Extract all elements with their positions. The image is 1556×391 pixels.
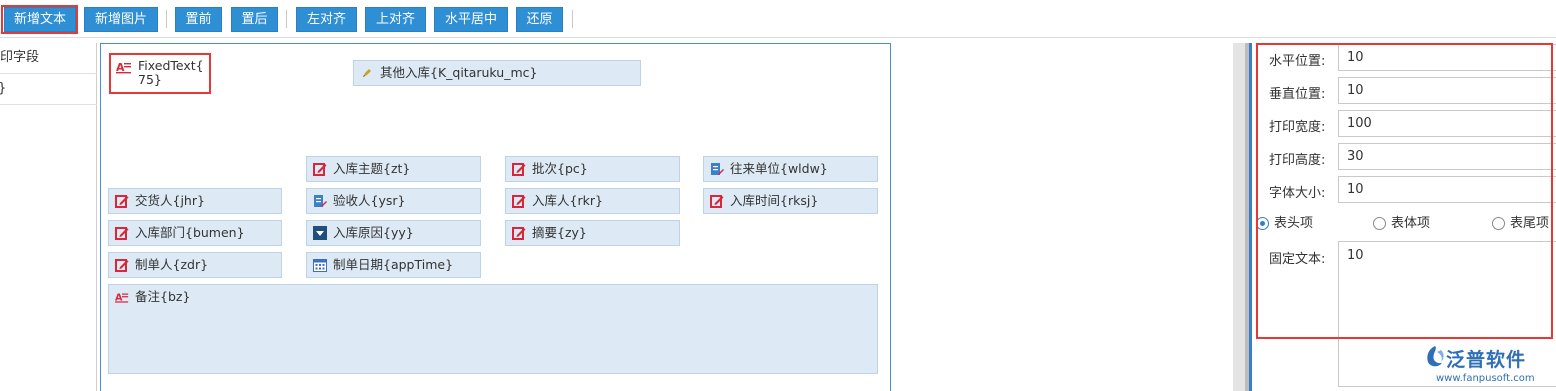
edit-icon (313, 163, 327, 176)
field-label: 批次{pc} (532, 161, 588, 176)
field-label: 制单日期{appTime} (333, 257, 454, 272)
field-label: 备注{bz} (135, 289, 191, 304)
field-qitaruku-mc[interactable]: 其他入库{K_qitaruku_mc} (353, 60, 641, 86)
field-label: 入库原因{yy} (333, 225, 414, 240)
dropdown-icon (313, 226, 327, 240)
toolbar-separator (572, 10, 573, 28)
field-yy[interactable]: 入库原因{yy} (306, 220, 481, 246)
field-list-panel: 打印字段 } (0, 43, 97, 391)
field-list-item[interactable]: } (0, 74, 97, 105)
send-back-button[interactable]: 置后 (231, 7, 278, 32)
text-icon: A (116, 61, 131, 74)
field-label: 入库部门{bumen} (135, 225, 245, 240)
field-label: 入库人{rkr} (532, 193, 603, 208)
field-pc[interactable]: 批次{pc} (505, 156, 680, 182)
edit-icon (512, 195, 526, 208)
field-bumen[interactable]: 入库部门{bumen} (108, 220, 282, 246)
field-apptime[interactable]: 制单日期{appTime} (306, 252, 481, 278)
fixed-text-label: FixedText{ 75} (138, 58, 204, 87)
field-ysr[interactable]: 验收人{ysr} (306, 188, 481, 214)
add-image-button[interactable]: 新增图片 (84, 7, 158, 32)
fixed-text-element[interactable]: A FixedText{ 75} (109, 53, 211, 94)
logo-icon (1427, 346, 1444, 367)
toolbar-separator (286, 10, 287, 28)
field-label: 摘要{zy} (532, 225, 587, 240)
align-top-button[interactable]: 上对齐 (365, 7, 426, 32)
edit-icon (115, 227, 129, 240)
restore-button[interactable]: 还原 (516, 7, 563, 32)
field-label: 交货人{jhr} (135, 193, 205, 208)
text-icon: A (115, 293, 129, 304)
field-label: 往来单位{wldw} (730, 161, 828, 176)
bring-front-button[interactable]: 置前 (175, 7, 222, 32)
watermark-url: www.fanpusoft.com (1436, 373, 1535, 384)
field-zy[interactable]: 摘要{zy} (505, 220, 680, 246)
watermark-name: 泛普软件 (1446, 349, 1527, 371)
list-edit-icon (711, 163, 724, 175)
field-label: 验收人{ysr} (333, 193, 406, 208)
center-horizontal-button[interactable]: 水平居中 (434, 7, 508, 32)
field-rksj[interactable]: 入库时间{rksj} (703, 188, 878, 214)
field-bz[interactable]: A 备注{bz} (108, 284, 878, 374)
field-label: 制单人{zdr} (135, 257, 209, 272)
field-rkr[interactable]: 入库人{rkr} (505, 188, 680, 214)
edit-icon (115, 195, 129, 208)
field-zt[interactable]: 入库主题{zt} (306, 156, 481, 182)
edit-icon (115, 259, 129, 272)
field-label: 其他入库{K_qitaruku_mc} (380, 65, 538, 80)
field-list-header: 打印字段 (0, 43, 97, 74)
highlight-box (1, 5, 78, 34)
field-label: 入库时间{rksj} (730, 193, 819, 208)
list-edit-icon (314, 195, 327, 207)
align-left-button[interactable]: 左对齐 (296, 7, 357, 32)
field-zdr[interactable]: 制单人{zdr} (108, 252, 282, 278)
edit-icon (512, 163, 526, 176)
field-label: 入库主题{zt} (333, 161, 411, 176)
gutter (1233, 43, 1245, 391)
field-jhr[interactable]: 交货人{jhr} (108, 188, 282, 214)
edit-icon (512, 227, 526, 240)
pencil-icon (363, 69, 371, 77)
calendar-icon (313, 259, 327, 272)
field-wldw[interactable]: 往来单位{wldw} (703, 156, 878, 182)
toolbar: 新增文本 新增图片 置前 置后 左对齐 上对齐 水平居中 还原 (0, 0, 1556, 38)
highlight-box (1256, 43, 1553, 339)
toolbar-separator (166, 10, 167, 28)
watermark-logo: 泛普软件 www.fanpusoft.com (1422, 345, 1556, 391)
edit-icon (710, 195, 724, 208)
